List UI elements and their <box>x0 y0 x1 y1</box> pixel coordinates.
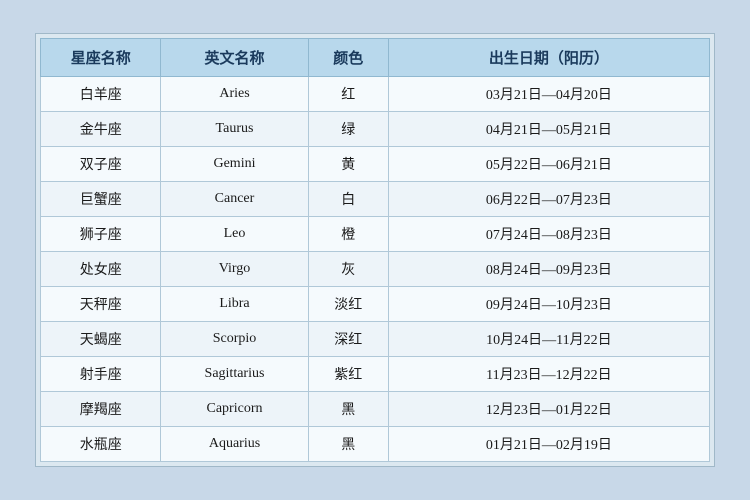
table-row: 狮子座Leo橙07月24日—08月23日 <box>41 217 710 252</box>
cell-zh: 射手座 <box>41 357 161 392</box>
header-date: 出生日期（阳历） <box>388 39 709 77</box>
table-row: 双子座Gemini黄05月22日—06月21日 <box>41 147 710 182</box>
cell-en: Aquarius <box>161 427 308 462</box>
cell-date: 04月21日—05月21日 <box>388 112 709 147</box>
table-row: 天秤座Libra淡红09月24日—10月23日 <box>41 287 710 322</box>
cell-zh: 巨蟹座 <box>41 182 161 217</box>
cell-zh: 水瓶座 <box>41 427 161 462</box>
cell-zh: 双子座 <box>41 147 161 182</box>
cell-color: 灰 <box>308 252 388 287</box>
cell-en: Taurus <box>161 112 308 147</box>
cell-date: 09月24日—10月23日 <box>388 287 709 322</box>
cell-color: 黄 <box>308 147 388 182</box>
table-row: 摩羯座Capricorn黑12月23日—01月22日 <box>41 392 710 427</box>
cell-en: Cancer <box>161 182 308 217</box>
cell-zh: 金牛座 <box>41 112 161 147</box>
cell-en: Leo <box>161 217 308 252</box>
cell-en: Virgo <box>161 252 308 287</box>
table-row: 射手座Sagittarius紫红11月23日—12月22日 <box>41 357 710 392</box>
cell-en: Capricorn <box>161 392 308 427</box>
cell-date: 06月22日—07月23日 <box>388 182 709 217</box>
cell-zh: 处女座 <box>41 252 161 287</box>
cell-en: Sagittarius <box>161 357 308 392</box>
cell-date: 07月24日—08月23日 <box>388 217 709 252</box>
table-row: 巨蟹座Cancer白06月22日—07月23日 <box>41 182 710 217</box>
table-row: 天蝎座Scorpio深红10月24日—11月22日 <box>41 322 710 357</box>
cell-color: 淡红 <box>308 287 388 322</box>
cell-date: 12月23日—01月22日 <box>388 392 709 427</box>
cell-en: Libra <box>161 287 308 322</box>
table-header-row: 星座名称 英文名称 颜色 出生日期（阳历） <box>41 39 710 77</box>
cell-color: 橙 <box>308 217 388 252</box>
cell-date: 08月24日—09月23日 <box>388 252 709 287</box>
cell-en: Gemini <box>161 147 308 182</box>
table-row: 处女座Virgo灰08月24日—09月23日 <box>41 252 710 287</box>
cell-color: 黑 <box>308 392 388 427</box>
header-zh: 星座名称 <box>41 39 161 77</box>
zodiac-table-container: 星座名称 英文名称 颜色 出生日期（阳历） 白羊座Aries红03月21日—04… <box>35 33 715 467</box>
table-row: 金牛座Taurus绿04月21日—05月21日 <box>41 112 710 147</box>
cell-zh: 摩羯座 <box>41 392 161 427</box>
cell-zh: 天蝎座 <box>41 322 161 357</box>
cell-color: 紫红 <box>308 357 388 392</box>
cell-date: 10月24日—11月22日 <box>388 322 709 357</box>
table-row: 水瓶座Aquarius黑01月21日—02月19日 <box>41 427 710 462</box>
cell-zh: 狮子座 <box>41 217 161 252</box>
cell-date: 05月22日—06月21日 <box>388 147 709 182</box>
header-color: 颜色 <box>308 39 388 77</box>
cell-zh: 白羊座 <box>41 77 161 112</box>
cell-color: 白 <box>308 182 388 217</box>
cell-color: 深红 <box>308 322 388 357</box>
cell-zh: 天秤座 <box>41 287 161 322</box>
cell-date: 01月21日—02月19日 <box>388 427 709 462</box>
cell-en: Scorpio <box>161 322 308 357</box>
cell-color: 绿 <box>308 112 388 147</box>
cell-date: 11月23日—12月22日 <box>388 357 709 392</box>
cell-date: 03月21日—04月20日 <box>388 77 709 112</box>
cell-color: 黑 <box>308 427 388 462</box>
cell-color: 红 <box>308 77 388 112</box>
cell-en: Aries <box>161 77 308 112</box>
table-row: 白羊座Aries红03月21日—04月20日 <box>41 77 710 112</box>
zodiac-table: 星座名称 英文名称 颜色 出生日期（阳历） 白羊座Aries红03月21日—04… <box>40 38 710 462</box>
header-en: 英文名称 <box>161 39 308 77</box>
